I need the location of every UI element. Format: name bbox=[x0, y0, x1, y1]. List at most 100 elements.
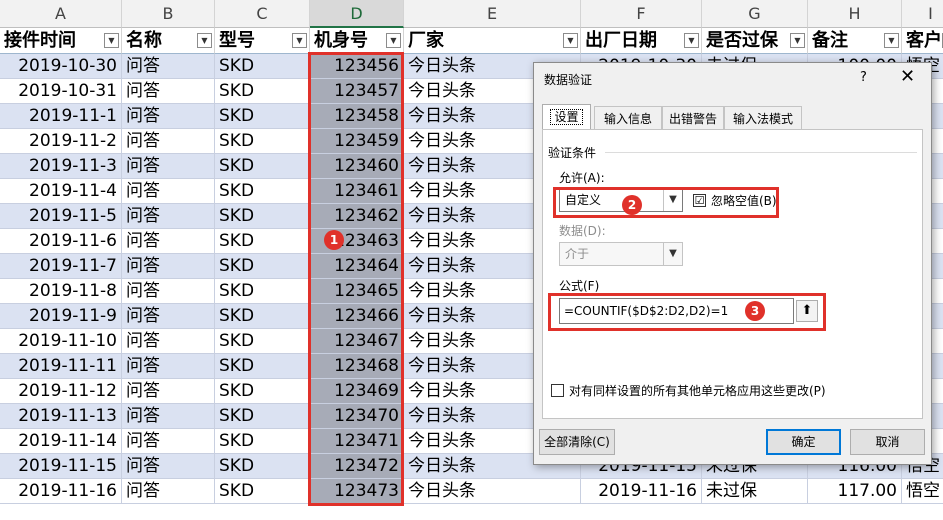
header-warranty[interactable]: 是否过保 ▼ bbox=[702, 28, 808, 54]
date-cell[interactable]: 2019-11-4 bbox=[0, 179, 122, 204]
name-cell[interactable]: 问答 bbox=[122, 129, 215, 154]
help-button[interactable]: ? bbox=[860, 70, 867, 85]
factory-date-cell[interactable]: 2019-11-16 bbox=[581, 479, 702, 504]
customer-cell[interactable]: 悟空 bbox=[902, 479, 943, 504]
column-header-f[interactable]: F bbox=[581, 0, 702, 28]
date-cell[interactable]: 2019-10-30 bbox=[0, 54, 122, 79]
clear-all-button[interactable]: 全部清除(C) bbox=[539, 429, 615, 455]
date-cell[interactable]: 2019-11-12 bbox=[0, 379, 122, 404]
header-model[interactable]: 型号 ▼ bbox=[215, 28, 310, 54]
filter-dropdown-icon[interactable]: ▼ bbox=[563, 33, 578, 48]
column-header-c[interactable]: C bbox=[215, 0, 310, 28]
cancel-button[interactable]: 取消 bbox=[850, 429, 925, 455]
column-header-g[interactable]: G bbox=[702, 0, 808, 28]
name-cell[interactable]: 问答 bbox=[122, 179, 215, 204]
model-cell[interactable]: SKD bbox=[215, 279, 310, 304]
date-cell[interactable]: 2019-11-15 bbox=[0, 454, 122, 479]
group-divider bbox=[605, 152, 917, 153]
filter-dropdown-icon[interactable]: ▼ bbox=[197, 33, 212, 48]
date-cell[interactable]: 2019-11-9 bbox=[0, 304, 122, 329]
model-cell[interactable]: SKD bbox=[215, 304, 310, 329]
model-cell[interactable]: SKD bbox=[215, 429, 310, 454]
note-cell[interactable]: 117.00 bbox=[808, 479, 902, 504]
filter-dropdown-icon[interactable]: ▼ bbox=[684, 33, 699, 48]
date-cell[interactable]: 2019-11-5 bbox=[0, 204, 122, 229]
name-cell[interactable]: 问答 bbox=[122, 454, 215, 479]
name-cell[interactable]: 问答 bbox=[122, 279, 215, 304]
model-cell[interactable]: SKD bbox=[215, 204, 310, 229]
tab-input-message[interactable]: 输入信息 bbox=[594, 106, 662, 130]
model-cell[interactable]: SKD bbox=[215, 354, 310, 379]
column-header-a[interactable]: A bbox=[0, 0, 122, 28]
ok-button[interactable]: 确定 bbox=[766, 429, 841, 455]
column-header-e[interactable]: E bbox=[404, 0, 581, 28]
model-cell[interactable]: SKD bbox=[215, 254, 310, 279]
model-cell[interactable]: SKD bbox=[215, 404, 310, 429]
date-cell[interactable]: 2019-11-1 bbox=[0, 104, 122, 129]
name-cell[interactable]: 问答 bbox=[122, 154, 215, 179]
tab-settings[interactable]: 设置 bbox=[542, 104, 591, 130]
name-cell[interactable]: 问答 bbox=[122, 379, 215, 404]
header-serial[interactable]: 机身号 ▼ bbox=[310, 28, 404, 54]
apply-all-checkbox[interactable] bbox=[551, 384, 564, 397]
date-cell[interactable]: 2019-11-7 bbox=[0, 254, 122, 279]
tab-settings-label: 设置 bbox=[550, 109, 583, 125]
date-cell[interactable]: 2019-11-3 bbox=[0, 154, 122, 179]
column-header-d[interactable]: D bbox=[310, 0, 404, 28]
name-cell[interactable]: 问答 bbox=[122, 54, 215, 79]
name-cell[interactable]: 问答 bbox=[122, 304, 215, 329]
date-cell[interactable]: 2019-11-6 bbox=[0, 229, 122, 254]
data-select[interactable]: 介于 ▼ bbox=[559, 242, 683, 266]
filter-dropdown-icon[interactable]: ▼ bbox=[884, 33, 899, 48]
date-cell[interactable]: 2019-11-2 bbox=[0, 129, 122, 154]
header-note[interactable]: 备注 ▼ bbox=[808, 28, 902, 54]
name-cell[interactable]: 问答 bbox=[122, 404, 215, 429]
name-cell[interactable]: 问答 bbox=[122, 229, 215, 254]
date-cell[interactable]: 2019-11-10 bbox=[0, 329, 122, 354]
model-cell[interactable]: SKD bbox=[215, 179, 310, 204]
column-header-b[interactable]: B bbox=[122, 0, 215, 28]
column-header-h[interactable]: H bbox=[808, 0, 902, 28]
column-header-i[interactable]: I bbox=[902, 0, 943, 28]
filter-dropdown-icon[interactable]: ▼ bbox=[104, 33, 119, 48]
model-cell[interactable]: SKD bbox=[215, 379, 310, 404]
name-cell[interactable]: 问答 bbox=[122, 104, 215, 129]
tab-error-alert[interactable]: 出错警告 bbox=[662, 106, 724, 130]
name-cell[interactable]: 问答 bbox=[122, 254, 215, 279]
model-cell[interactable]: SKD bbox=[215, 479, 310, 504]
model-cell[interactable]: SKD bbox=[215, 329, 310, 354]
name-cell[interactable]: 问答 bbox=[122, 79, 215, 104]
date-cell[interactable]: 2019-11-8 bbox=[0, 279, 122, 304]
filter-dropdown-icon[interactable]: ▼ bbox=[790, 33, 805, 48]
model-cell[interactable]: SKD bbox=[215, 104, 310, 129]
model-cell[interactable]: SKD bbox=[215, 454, 310, 479]
header-factory-date[interactable]: 出厂日期 ▼ bbox=[581, 28, 702, 54]
close-icon[interactable]: ✕ bbox=[900, 66, 915, 87]
name-cell[interactable]: 问答 bbox=[122, 429, 215, 454]
model-cell[interactable]: SKD bbox=[215, 54, 310, 79]
date-cell[interactable]: 2019-11-14 bbox=[0, 429, 122, 454]
header-label: 厂家 bbox=[408, 30, 444, 51]
filter-dropdown-icon[interactable]: ▼ bbox=[386, 33, 401, 48]
name-cell[interactable]: 问答 bbox=[122, 204, 215, 229]
header-customer[interactable]: 客户▼ bbox=[902, 28, 943, 54]
model-cell[interactable]: SKD bbox=[215, 79, 310, 104]
header-maker[interactable]: 厂家 ▼ bbox=[404, 28, 581, 54]
date-cell[interactable]: 2019-10-31 bbox=[0, 79, 122, 104]
date-cell[interactable]: 2019-11-13 bbox=[0, 404, 122, 429]
name-cell[interactable]: 问答 bbox=[122, 479, 215, 504]
warranty-cell[interactable]: 未过保 bbox=[702, 479, 808, 504]
date-cell[interactable]: 2019-11-16 bbox=[0, 479, 122, 504]
maker-cell[interactable]: 今日头条 bbox=[404, 479, 581, 504]
name-cell[interactable]: 问答 bbox=[122, 354, 215, 379]
date-cell[interactable]: 2019-11-11 bbox=[0, 354, 122, 379]
header-receive-time[interactable]: 接件时间 ▼ bbox=[0, 28, 122, 54]
header-name[interactable]: 名称 ▼ bbox=[122, 28, 215, 54]
model-cell[interactable]: SKD bbox=[215, 154, 310, 179]
tab-ime-mode[interactable]: 输入法模式 bbox=[724, 106, 802, 130]
model-cell[interactable]: SKD bbox=[215, 229, 310, 254]
name-cell[interactable]: 问答 bbox=[122, 329, 215, 354]
model-cell[interactable]: SKD bbox=[215, 129, 310, 154]
step-badge-2: 2 bbox=[622, 195, 642, 215]
filter-dropdown-icon[interactable]: ▼ bbox=[292, 33, 307, 48]
